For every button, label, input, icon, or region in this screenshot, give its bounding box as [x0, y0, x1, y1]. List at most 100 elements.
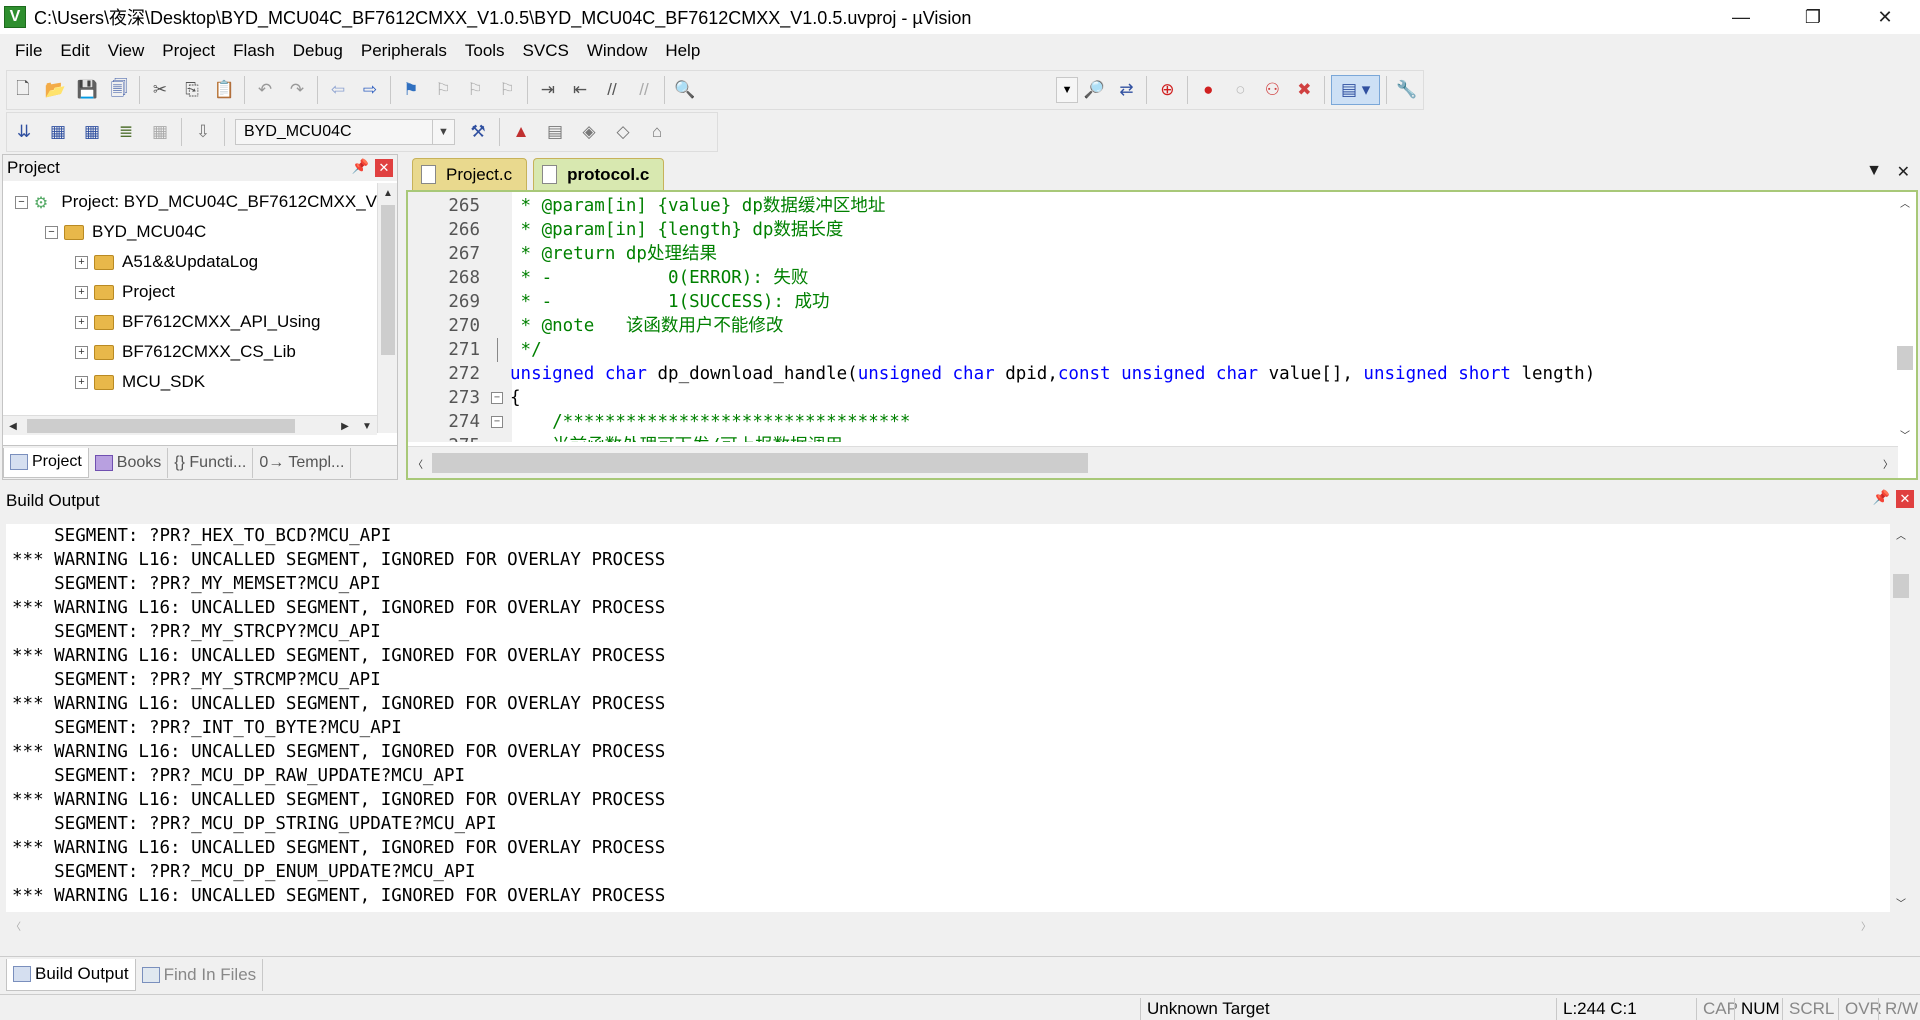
tab-templates[interactable]: 0→ Templ...	[253, 447, 352, 478]
build-output-text[interactable]: SEGMENT: ?PR?_HEX_TO_BCD?MCU_API *** WARN…	[6, 524, 1890, 912]
save-icon[interactable]: 💾	[73, 75, 101, 105]
close-icon[interactable]: ✕	[375, 159, 393, 177]
cut-icon[interactable]: ✂	[146, 75, 174, 105]
expand-icon[interactable]: +	[75, 255, 88, 269]
tree-root[interactable]: − ⚙ Project: BYD_MCU04C_BF7612CMXX_V	[3, 187, 377, 217]
menu-peripherals[interactable]: Peripherals	[352, 37, 456, 65]
pin-icon[interactable]: 📌	[1873, 489, 1890, 506]
code-line[interactable]: 269 * - 1(SUCCESS): 成功	[408, 290, 1898, 314]
menu-debug[interactable]: Debug	[284, 37, 352, 65]
close-window-button[interactable]: ✕	[1856, 0, 1914, 34]
undo-icon[interactable]: ↶	[251, 75, 279, 105]
expand-icon[interactable]: +	[75, 345, 88, 359]
code-line[interactable]: 265 * @param[in] {value} dp数据缓冲区地址	[408, 194, 1898, 218]
scroll-up-icon[interactable]: ︿	[1895, 192, 1915, 212]
code-line[interactable]: 266 * @param[in] {length} dp数据长度	[408, 218, 1898, 242]
kill-breakpoints-icon[interactable]: ✖	[1290, 75, 1318, 105]
tab-functions[interactable]: {} Functi...	[168, 447, 254, 478]
code-line[interactable]: 275 当前函数处理可下发/可上报数据调用	[408, 434, 1898, 442]
code-line[interactable]: 273−{	[408, 386, 1898, 410]
manage-run-time-environment-icon[interactable]: ◈	[574, 117, 604, 147]
close-tab-icon[interactable]: ✕	[1897, 162, 1910, 182]
find-in-files-icon[interactable]: 🔍	[671, 75, 699, 105]
target-select[interactable]: BYD_MCU04C ▼	[235, 119, 455, 145]
scrollbar-thumb[interactable]	[432, 453, 1088, 473]
menu-project[interactable]: Project	[153, 37, 224, 65]
debug-session-icon[interactable]: ⊕	[1153, 75, 1181, 105]
pack-installer-icon[interactable]: ⌂	[642, 117, 672, 147]
code-line[interactable]: 267 * @return dp处理结果	[408, 242, 1898, 266]
tab-find-in-files[interactable]: Find In Files	[136, 958, 264, 991]
collapse-icon[interactable]: −	[491, 392, 503, 404]
batch-build-icon[interactable]: ≣	[111, 117, 141, 147]
scrollbar-thumb[interactable]	[1897, 346, 1913, 370]
tree-group[interactable]: + BF7612CMXX_CS_Lib	[3, 337, 377, 367]
collapse-icon[interactable]: −	[45, 225, 58, 239]
window-layout-icon[interactable]: ▤ ▾	[1331, 75, 1381, 105]
incremental-find-icon[interactable]: ⇄	[1112, 75, 1140, 105]
translate-icon[interactable]: ⇊	[9, 117, 39, 147]
pin-icon[interactable]: 📌	[352, 158, 369, 175]
enable-breakpoint-icon[interactable]: ○	[1226, 75, 1254, 105]
code-line[interactable]: 272 unsigned char dp_download_handle(unsi…	[408, 362, 1898, 386]
code-line[interactable]: 271 */	[408, 338, 1898, 362]
menu-view[interactable]: View	[99, 37, 154, 65]
tab-build-output[interactable]: Build Output	[6, 958, 136, 991]
close-icon[interactable]: ✕	[1896, 490, 1914, 508]
rebuild-icon[interactable]: ▦	[77, 117, 107, 147]
code-line[interactable]: 274− /*********************************	[408, 410, 1898, 434]
scroll-right-icon[interactable]: ▶	[335, 416, 355, 436]
unindent-icon[interactable]: ⇤	[566, 75, 594, 105]
scroll-right-icon[interactable]: 〉	[1878, 453, 1898, 473]
collapse-icon[interactable]: −	[15, 195, 28, 209]
tree-target[interactable]: − BYD_MCU04C	[3, 217, 377, 247]
scroll-left-icon[interactable]: 〈	[6, 915, 26, 935]
build-horizontal-scrollbar[interactable]: 〈 〉	[6, 914, 1890, 936]
navigate-back-icon[interactable]: ⇦	[324, 75, 352, 105]
scroll-down-icon[interactable]: ﹀	[1891, 892, 1911, 912]
code-line[interactable]: 268 * - 0(ERROR): 失败	[408, 266, 1898, 290]
comment-icon[interactable]: //	[598, 75, 626, 105]
menu-window[interactable]: Window	[578, 37, 656, 65]
menu-help[interactable]: Help	[656, 37, 709, 65]
redo-icon[interactable]: ↷	[283, 75, 311, 105]
tree-vertical-scrollbar[interactable]: ▲	[377, 183, 397, 433]
stop-build-icon[interactable]: ▦	[145, 117, 175, 147]
scroll-up-icon[interactable]: ▲	[378, 183, 398, 203]
scroll-left-icon[interactable]: ◀	[3, 416, 23, 436]
code-editor[interactable]: 265 * @param[in] {value} dp数据缓冲区地址 266 * …	[406, 190, 1918, 480]
code-lines[interactable]: 265 * @param[in] {value} dp数据缓冲区地址 266 * …	[408, 194, 1898, 442]
scroll-down-icon[interactable]: ▼	[357, 416, 377, 436]
bookmark-previous-icon[interactable]: ⚐	[429, 75, 457, 105]
editor-horizontal-scrollbar[interactable]: 〈 〉	[408, 446, 1898, 478]
bookmark-next-icon[interactable]: ⚐	[461, 75, 489, 105]
disable-breakpoints-icon[interactable]: ⚇	[1258, 75, 1286, 105]
bookmark-toggle-icon[interactable]: ⚑	[397, 75, 425, 105]
tree-group[interactable]: + A51&&UpdataLog	[3, 247, 377, 277]
find-combo-dropdown[interactable]: ▼	[1055, 77, 1079, 103]
configure-icon[interactable]: 🔧	[1393, 75, 1421, 105]
collapse-icon[interactable]: −	[491, 416, 503, 428]
open-file-icon[interactable]: 📂	[41, 75, 69, 105]
scroll-down-icon[interactable]: ﹀	[1895, 424, 1915, 444]
menu-file[interactable]: File	[6, 37, 51, 65]
expand-icon[interactable]: +	[75, 315, 88, 329]
indent-icon[interactable]: ⇥	[534, 75, 562, 105]
tab-list-dropdown-icon[interactable]: ▼	[1866, 162, 1882, 180]
build-vertical-scrollbar[interactable]: ︿ ﹀	[1890, 524, 1912, 912]
minimize-button[interactable]: —	[1712, 0, 1770, 34]
tab-project[interactable]: Project	[3, 447, 89, 478]
expand-icon[interactable]: +	[75, 375, 88, 389]
tab-project-c[interactable]: Project.c	[412, 158, 528, 190]
menu-flash[interactable]: Flash	[224, 37, 284, 65]
menu-svcs[interactable]: SVCS	[514, 37, 578, 65]
expand-icon[interactable]: +	[75, 285, 88, 299]
manage-project-items-icon[interactable]: ▲	[506, 117, 536, 147]
bookmark-clear-icon[interactable]: ⚐	[493, 75, 521, 105]
tree-horizontal-scrollbar[interactable]: ◀ ▶ ▼	[3, 415, 377, 435]
navigate-forward-icon[interactable]: ⇨	[356, 75, 384, 105]
new-file-icon[interactable]: 🗋	[9, 75, 37, 105]
menu-edit[interactable]: Edit	[51, 37, 98, 65]
code-line[interactable]: 270 * @note 该函数用户不能修改	[408, 314, 1898, 338]
target-options-icon[interactable]: ⚒	[463, 117, 493, 147]
